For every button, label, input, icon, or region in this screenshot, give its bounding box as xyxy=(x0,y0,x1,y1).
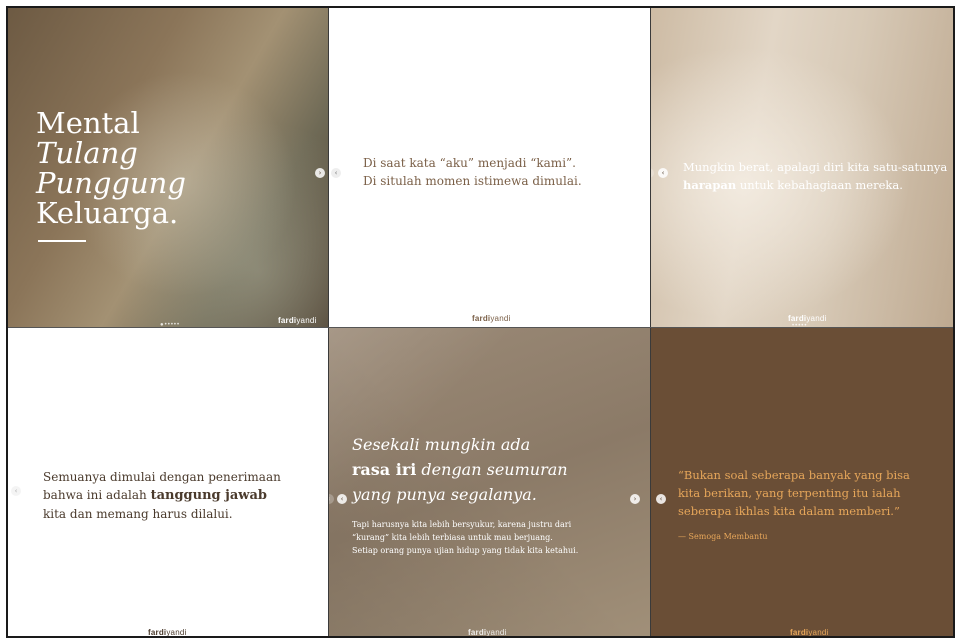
chevron-left-icon[interactable]: ‹ xyxy=(337,494,347,504)
brand-bold: fardi xyxy=(472,314,491,323)
grid-divider xyxy=(328,8,329,636)
brand-watermark: fardiyandi xyxy=(788,314,826,323)
brand-bold: fardi xyxy=(278,316,297,325)
brand-rest: yandi xyxy=(486,628,507,637)
slide-6-quote: “Bukan soal seberapa banyak yang bisa ki… xyxy=(678,466,938,520)
slide-5-headline: Sesekali mungkin ada rasa iri dengan seu… xyxy=(352,432,632,507)
brand-watermark: fardiyandi xyxy=(468,628,507,637)
slide-6-attribution: — Semoga Membantu xyxy=(678,532,768,541)
chevron-right-icon[interactable]: › xyxy=(315,168,325,178)
carousel-grid: Mental Tulang Punggung Keluarga. ●••••• … xyxy=(6,6,955,638)
cover-divider xyxy=(38,240,86,242)
slide-3-text-post: untuk kebahagiaan mereka. xyxy=(739,178,903,192)
brand-bold: fardi xyxy=(468,628,487,637)
chevron-left-icon[interactable]: ‹ xyxy=(331,168,341,178)
cover-title: Mental Tulang Punggung Keluarga. xyxy=(36,108,186,228)
slide-3-text: Mungkin berat, apalagi diri kita satu-sa… xyxy=(683,158,953,194)
slide-5-head2-bold: rasa iri xyxy=(352,460,417,479)
brand-bold: fardi xyxy=(148,628,167,637)
slide-4-line2-bold: tanggung jawab xyxy=(150,488,267,503)
slide-6: “Bukan soal seberapa banyak yang bisa ki… xyxy=(650,328,953,637)
slide-5-sub2: “kurang” kita lebih terbiasa untuk mau b… xyxy=(352,533,553,542)
brand-watermark: fardiyandi xyxy=(278,316,316,325)
brand-rest: yandi xyxy=(806,314,827,323)
brand-bold: fardi xyxy=(790,628,809,637)
slide-5-subtext: Tapi harusnya kita lebih bersyukur, kare… xyxy=(352,518,632,557)
slide-6-quote3: seberapa ikhlas kita dalam memberi.” xyxy=(678,504,900,518)
brand-watermark: fardiyandi xyxy=(790,628,829,637)
chevron-left-icon[interactable]: ‹ xyxy=(11,486,21,496)
cover-title-line4: Keluarga. xyxy=(36,196,179,230)
grid-divider xyxy=(650,8,651,636)
slide-5-sub1: Tapi harusnya kita lebih bersyukur, kare… xyxy=(352,520,572,529)
slide-2: Di saat kata “aku” menjadi “kami”. Di si… xyxy=(328,8,650,328)
brand-watermark: fardiyandi xyxy=(472,314,510,323)
brand-rest: yandi xyxy=(490,314,511,323)
brand-watermark: fardiyandi xyxy=(148,628,187,637)
cover-title-line1: Mental xyxy=(36,106,140,140)
slide-3: Mungkin berat, apalagi diri kita satu-sa… xyxy=(650,8,953,328)
slide-4-line3: kita dan memang harus dilalui. xyxy=(43,507,233,521)
slide-2-text: Di saat kata “aku” menjadi “kami”. Di si… xyxy=(363,154,623,190)
brand-bold: fardi xyxy=(788,314,807,323)
brand-rest: yandi xyxy=(166,628,187,637)
slide-4-line2: bahwa ini adalah tanggung jawab xyxy=(43,486,303,505)
slide-cover: Mental Tulang Punggung Keluarga. ●••••• … xyxy=(8,8,328,328)
slide-5-head2: rasa iri dengan seumuran xyxy=(352,457,632,482)
slide-3-text-bold: harapan xyxy=(683,178,737,192)
cover-title-line2: Tulang xyxy=(36,136,138,170)
slide-5-head1: Sesekali mungkin ada xyxy=(352,435,531,454)
chevron-left-icon[interactable]: ‹ xyxy=(658,168,668,178)
chevron-left-icon[interactable]: ‹ xyxy=(656,494,666,504)
slide-5-head2-rest: dengan seumuran xyxy=(421,460,568,479)
slide-3-text-pre: Mungkin berat, apalagi diri kita satu-sa… xyxy=(683,160,948,174)
slide-5-sub3: Setiap orang punya ujian hidup yang tida… xyxy=(352,546,579,555)
slide-2-line1: Di saat kata “aku” menjadi “kami”. xyxy=(363,156,576,170)
slide-5-head3: yang punya segalanya. xyxy=(352,485,537,504)
slide-4: Semuanya dimulai dengan penerimaan bahwa… xyxy=(8,328,328,637)
slide-2-line2: Di situlah momen istimewa dimulai. xyxy=(363,174,582,188)
slide-4-line2-pre: bahwa ini adalah xyxy=(43,488,147,502)
slide-6-quote1: “Bukan soal seberapa banyak yang bisa xyxy=(678,468,910,482)
chevron-right-icon[interactable]: › xyxy=(630,494,640,504)
brand-rest: yandi xyxy=(808,628,829,637)
slide-4-line1: Semuanya dimulai dengan penerimaan xyxy=(43,470,281,484)
slide-4-text: Semuanya dimulai dengan penerimaan bahwa… xyxy=(43,468,303,523)
slide-5: Sesekali mungkin ada rasa iri dengan seu… xyxy=(328,328,650,637)
grid-divider xyxy=(8,327,953,328)
slide-6-quote2: kita berikan, yang terpenting itu ialah xyxy=(678,486,901,500)
brand-rest: yandi xyxy=(296,316,317,325)
cover-title-line3: Punggung xyxy=(36,166,186,200)
